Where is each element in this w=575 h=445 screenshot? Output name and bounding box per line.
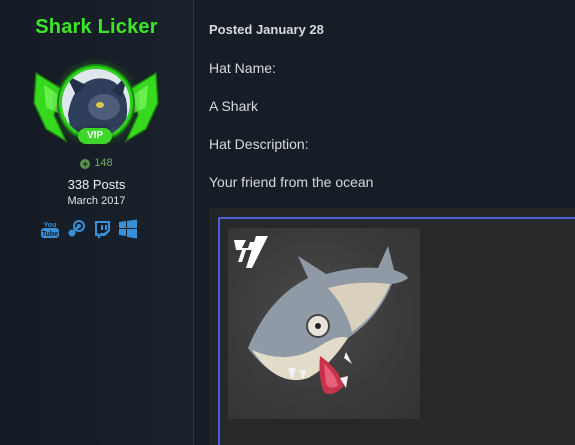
author-name[interactable]: Shark Licker	[0, 16, 193, 39]
social-links: You Tube	[40, 218, 138, 240]
svg-text:Tube: Tube	[42, 231, 58, 238]
steam-icon[interactable]	[66, 219, 86, 239]
reputation-value: 148	[94, 157, 113, 169]
twitch-icon[interactable]	[92, 219, 112, 239]
windows-icon[interactable]	[118, 219, 138, 239]
hat-description-label: Hat Description:	[209, 136, 309, 152]
post-count: 338 Posts	[67, 177, 126, 192]
vip-badge: VIP	[78, 128, 112, 144]
column-divider	[193, 0, 194, 445]
fortnite-logo	[234, 236, 268, 268]
hat-description-value: Your friend from the ocean	[209, 174, 374, 190]
hat-name-value: A Shark	[209, 98, 259, 114]
youtube-icon[interactable]: You Tube	[40, 219, 60, 239]
join-date: March 2017	[67, 195, 126, 207]
author-avatar[interactable]: VIP	[32, 55, 160, 155]
post-date[interactable]: Posted January 28	[209, 22, 324, 37]
hat-name-label: Hat Name:	[209, 60, 276, 76]
reputation-count: +148	[0, 157, 193, 169]
plus-icon: +	[80, 159, 91, 169]
svg-text:You: You	[44, 222, 57, 229]
shark-hat-image[interactable]	[228, 228, 420, 419]
